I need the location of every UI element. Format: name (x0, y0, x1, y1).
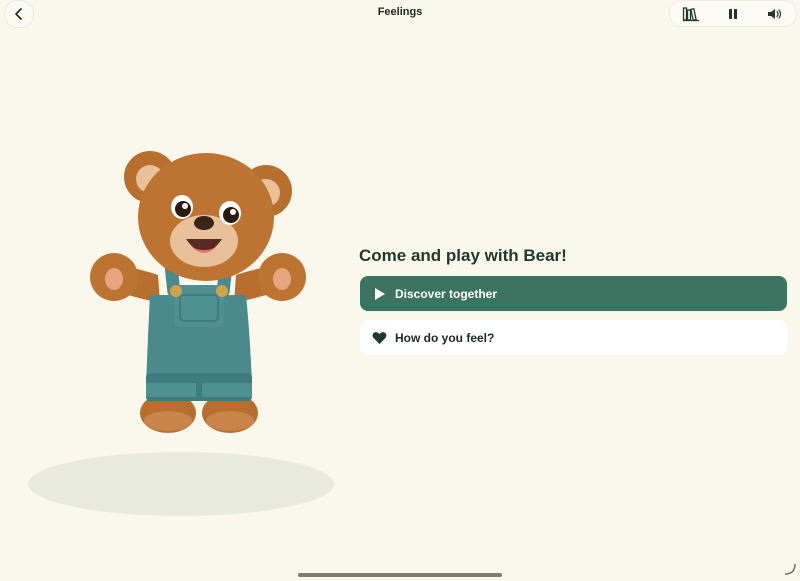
bear-illustration (90, 151, 306, 433)
play-icon (371, 286, 387, 302)
library-button[interactable] (676, 3, 706, 25)
speaker-icon (768, 8, 782, 19)
how-do-you-feel-button[interactable]: How do you feel? (360, 320, 787, 355)
resize-corner-icon (784, 563, 796, 575)
heart-icon (371, 330, 387, 346)
sound-button[interactable] (760, 3, 790, 25)
discover-together-button[interactable]: Discover together (360, 276, 787, 311)
app-screen: Feelings Come and play with Bear! Discov… (0, 0, 800, 581)
page-heading: Come and play with Bear! (359, 246, 567, 265)
how-do-you-feel-label: How do you feel? (395, 330, 495, 345)
ground-shadow (28, 452, 334, 516)
library-icon (682, 6, 699, 21)
home-indicator[interactable] (298, 573, 502, 577)
toolbar (669, 0, 797, 27)
pause-button[interactable] (718, 3, 748, 25)
discover-together-label: Discover together (395, 286, 498, 301)
pause-icon (729, 8, 737, 19)
